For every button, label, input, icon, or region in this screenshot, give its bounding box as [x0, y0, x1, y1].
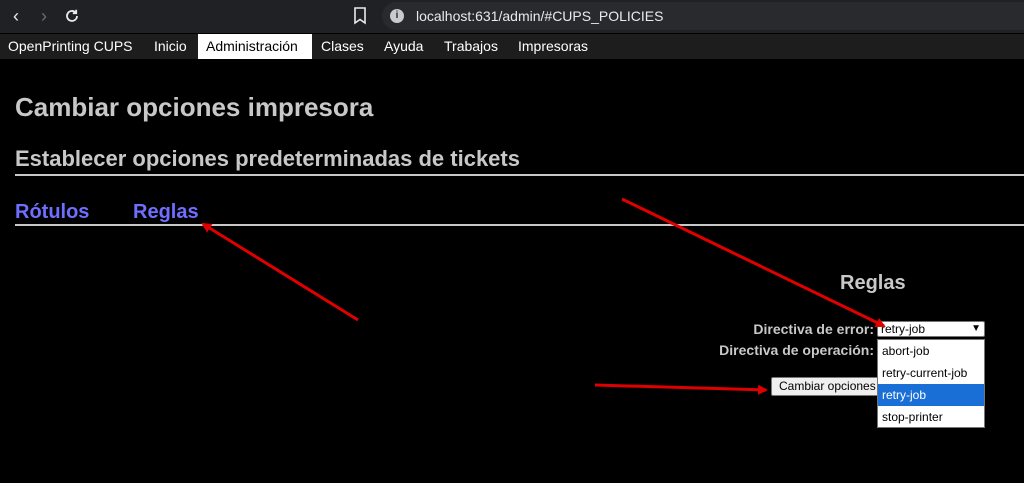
url-text[interactable]: localhost:631/admin/#CUPS_POLICIES	[416, 8, 663, 24]
nav-trabajos[interactable]: Trabajos	[436, 34, 506, 59]
nav-administracion[interactable]: Administración	[198, 34, 312, 59]
nav-inicio[interactable]: Inicio	[146, 34, 195, 59]
nav-clases[interactable]: Clases	[313, 34, 372, 59]
arrow-to-reglas-tab	[201, 222, 359, 322]
back-icon[interactable]: ‹	[4, 4, 28, 28]
nav-openprinting-cups[interactable]: OpenPrinting CUPS	[0, 34, 141, 59]
arrow-to-error-select	[621, 197, 886, 328]
chevron-down-icon: ▼	[971, 323, 981, 334]
tab-reglas[interactable]: Reglas	[133, 201, 199, 224]
tab-rotulos[interactable]: Rótulos	[15, 201, 89, 224]
reload-icon[interactable]	[60, 4, 84, 28]
error-policy-value: retry-job	[881, 322, 926, 336]
nav-ayuda[interactable]: Ayuda	[376, 34, 431, 59]
error-policy-dropdown-list: abort-job retry-current-job retry-job st…	[877, 339, 985, 428]
arrow-to-submit-button	[594, 383, 768, 395]
address-bar[interactable]: i localhost:631/admin/#CUPS_POLICIES	[382, 2, 1024, 30]
option-abort-job[interactable]: abort-job	[878, 340, 984, 362]
operation-policy-label: Directiva de operación:	[719, 342, 874, 358]
option-retry-current-job[interactable]: retry-current-job	[878, 362, 984, 384]
page-subtitle: Establecer opciones predeterminadas de t…	[15, 146, 520, 171]
site-info-icon[interactable]: i	[390, 9, 404, 23]
option-stop-printer[interactable]: stop-printer	[878, 406, 984, 428]
annotation-arrows	[201, 197, 886, 395]
divider	[15, 174, 1024, 176]
section-heading-reglas: Reglas	[840, 272, 906, 294]
page-title: Cambiar opciones impresora	[15, 92, 374, 122]
divider	[15, 224, 1024, 226]
option-retry-job[interactable]: retry-job	[878, 384, 984, 406]
browser-toolbar: ‹ › i localhost:631/admin/#CUPS_POLICIES	[0, 0, 1024, 33]
cups-navbar: OpenPrinting CUPS Inicio Administración …	[0, 34, 1024, 59]
bookmark-icon[interactable]	[350, 5, 370, 27]
nav-impresoras[interactable]: Impresoras	[510, 34, 596, 59]
change-defaults-button[interactable]: Cambiar opciones predeterminadas	[771, 377, 881, 396]
error-policy-label: Directiva de error:	[753, 321, 874, 337]
error-policy-select[interactable]: retry-job ▼	[877, 321, 985, 337]
forward-icon[interactable]: ›	[32, 4, 56, 28]
